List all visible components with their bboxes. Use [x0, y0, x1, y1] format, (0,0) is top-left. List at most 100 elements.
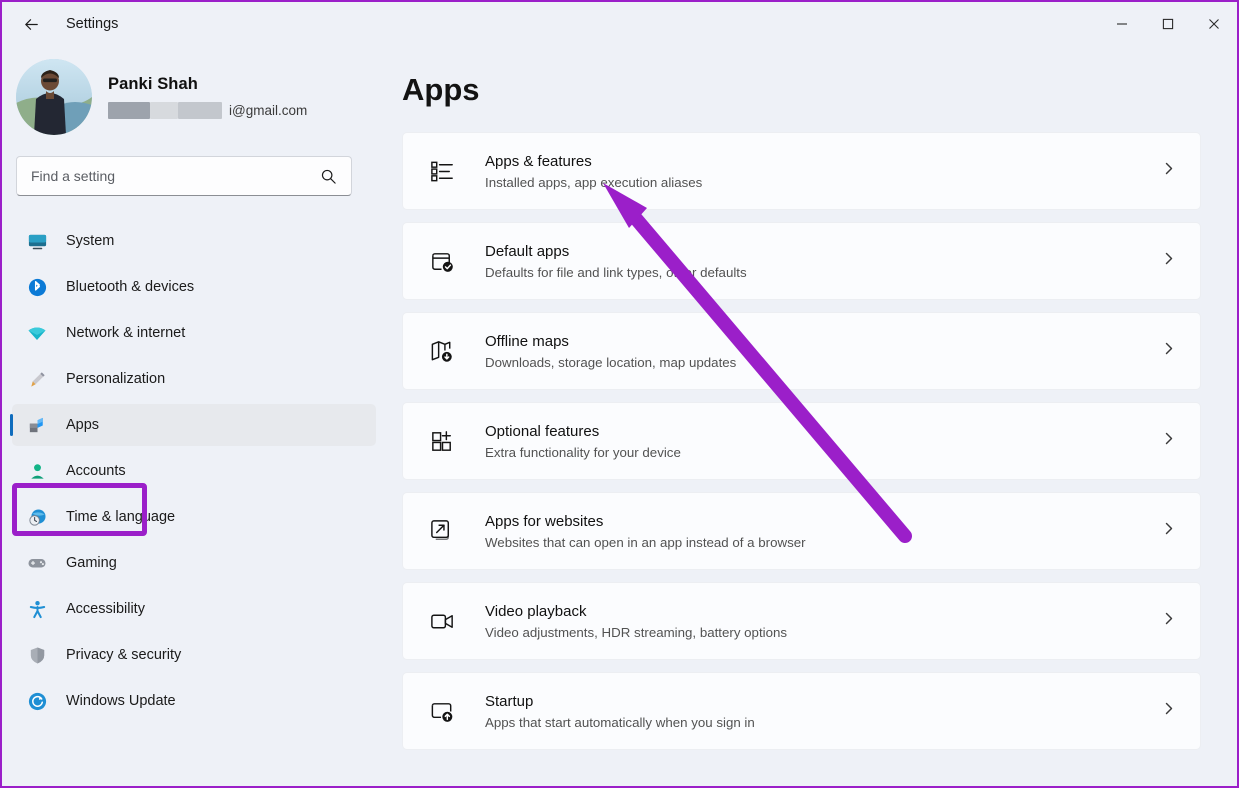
card-subtitle: Apps that start automatically when you s… [485, 715, 755, 730]
scrollbar[interactable] [1221, 46, 1235, 788]
sidebar-item-label: Bluetooth & devices [66, 279, 194, 295]
search-input[interactable] [17, 168, 320, 184]
close-button[interactable] [1191, 2, 1237, 46]
sidebar-item-windows-update[interactable]: Windows Update [12, 680, 376, 722]
page-title: Apps [384, 46, 1237, 108]
chevron-right-icon[interactable] [1162, 252, 1176, 271]
sidebar-item-network-internet[interactable]: Network & internet [12, 312, 376, 354]
window-controls [1099, 2, 1237, 46]
list-settings-icon [425, 154, 459, 188]
sidebar-item-system[interactable]: System [12, 220, 376, 262]
chevron-right-icon[interactable] [1162, 432, 1176, 451]
sidebar: Panki Shah i@gmail.com [2, 46, 384, 788]
sidebar-item-apps[interactable]: Apps [12, 404, 376, 446]
card-text: Apps for websites Websites that can open… [485, 512, 806, 550]
sidebar-item-label: Network & internet [66, 325, 185, 341]
card-subtitle: Defaults for file and link types, other … [485, 265, 747, 280]
minimize-button[interactable] [1099, 2, 1145, 46]
sidebar-item-label: Personalization [66, 371, 165, 387]
card-title: Apps & features [485, 153, 592, 170]
card-title: Apps for websites [485, 513, 603, 530]
chevron-right-icon[interactable] [1162, 612, 1176, 631]
sidebar-item-label: Apps [66, 417, 99, 433]
card-default-apps[interactable]: Default apps Defaults for file and link … [402, 222, 1201, 300]
card-text: Startup Apps that start automatically wh… [485, 692, 755, 730]
map-download-icon [425, 334, 459, 368]
card-title: Optional features [485, 423, 599, 440]
sidebar-item-label: Accounts [66, 463, 126, 479]
sidebar-item-label: Gaming [66, 555, 117, 571]
person-icon [24, 459, 50, 483]
sidebar-item-time-language[interactable]: Time & language [12, 496, 376, 538]
paintbrush-icon [24, 367, 50, 391]
gamepad-icon [24, 551, 50, 575]
card-subtitle: Installed apps, app execution aliases [485, 175, 702, 190]
card-title: Startup [485, 693, 533, 710]
monitor-icon [24, 229, 50, 253]
accessibility-icon [24, 597, 50, 621]
sidebar-item-accessibility[interactable]: Accessibility [12, 588, 376, 630]
card-text: Video playback Video adjustments, HDR st… [485, 602, 787, 640]
sidebar-item-label: System [66, 233, 114, 249]
avatar [16, 59, 92, 135]
card-optional-features[interactable]: Optional features Extra functionality fo… [402, 402, 1201, 480]
card-title: Offline maps [485, 333, 569, 350]
card-apps-features[interactable]: Apps & features Installed apps, app exec… [402, 132, 1201, 210]
chevron-right-icon[interactable] [1162, 702, 1176, 721]
card-title: Video playback [485, 603, 586, 620]
scrollbar-thumb[interactable] [1225, 54, 1230, 354]
card-subtitle: Video adjustments, HDR streaming, batter… [485, 625, 787, 640]
redaction-block [108, 102, 150, 119]
account-text: Panki Shah i@gmail.com [108, 75, 307, 119]
wifi-icon [24, 321, 50, 345]
video-camera-icon [425, 604, 459, 638]
external-link-icon [425, 514, 459, 548]
card-startup[interactable]: Startup Apps that start automatically wh… [402, 672, 1201, 750]
sidebar-item-privacy-security[interactable]: Privacy & security [12, 634, 376, 676]
sidebar-nav: System Bluetooth & devices [2, 220, 384, 722]
card-offline-maps[interactable]: Offline maps Downloads, storage location… [402, 312, 1201, 390]
card-video-playback[interactable]: Video playback Video adjustments, HDR st… [402, 582, 1201, 660]
maximize-button[interactable] [1145, 2, 1191, 46]
chevron-right-icon[interactable] [1162, 342, 1176, 361]
shield-icon [24, 643, 50, 667]
card-text: Apps & features Installed apps, app exec… [485, 152, 702, 190]
redaction-block [178, 102, 222, 119]
card-subtitle: Downloads, storage location, map updates [485, 355, 736, 370]
account-name: Panki Shah [108, 75, 307, 94]
sidebar-item-personalization[interactable]: Personalization [12, 358, 376, 400]
card-apps-for-websites[interactable]: Apps for websites Websites that can open… [402, 492, 1201, 570]
chevron-right-icon[interactable] [1162, 162, 1176, 181]
sidebar-item-gaming[interactable]: Gaming [12, 542, 376, 584]
sidebar-item-label: Windows Update [66, 693, 176, 709]
account-email: i@gmail.com [108, 102, 307, 119]
main-content: Apps Apps & features Installed apps, ap [384, 46, 1237, 788]
account-email-suffix: i@gmail.com [229, 103, 307, 118]
card-subtitle: Extra functionality for your device [485, 445, 681, 460]
sidebar-item-label: Privacy & security [66, 647, 181, 663]
redaction-block [150, 102, 178, 119]
card-text: Optional features Extra functionality fo… [485, 422, 681, 460]
sidebar-item-label: Time & language [66, 509, 175, 525]
account-section[interactable]: Panki Shah i@gmail.com [2, 46, 384, 130]
window-title: Settings [66, 16, 118, 32]
grid-plus-icon [425, 424, 459, 458]
search-icon [320, 168, 351, 185]
chevron-right-icon[interactable] [1162, 522, 1176, 541]
clock-globe-icon [24, 505, 50, 529]
search-box[interactable] [16, 156, 352, 196]
card-subtitle: Websites that can open in an app instead… [485, 535, 806, 550]
card-text: Default apps Defaults for file and link … [485, 242, 747, 280]
sidebar-item-label: Accessibility [66, 601, 145, 617]
sidebar-item-bluetooth-devices[interactable]: Bluetooth & devices [12, 266, 376, 308]
settings-card-list: Apps & features Installed apps, app exec… [384, 132, 1237, 750]
update-icon [24, 689, 50, 713]
apps-icon [24, 413, 50, 437]
card-title: Default apps [485, 243, 569, 260]
card-text: Offline maps Downloads, storage location… [485, 332, 736, 370]
sidebar-item-accounts[interactable]: Accounts [12, 450, 376, 492]
bluetooth-icon [24, 275, 50, 299]
back-button[interactable] [14, 9, 48, 39]
startup-arrow-icon [425, 694, 459, 728]
title-bar: Settings [2, 2, 1237, 46]
